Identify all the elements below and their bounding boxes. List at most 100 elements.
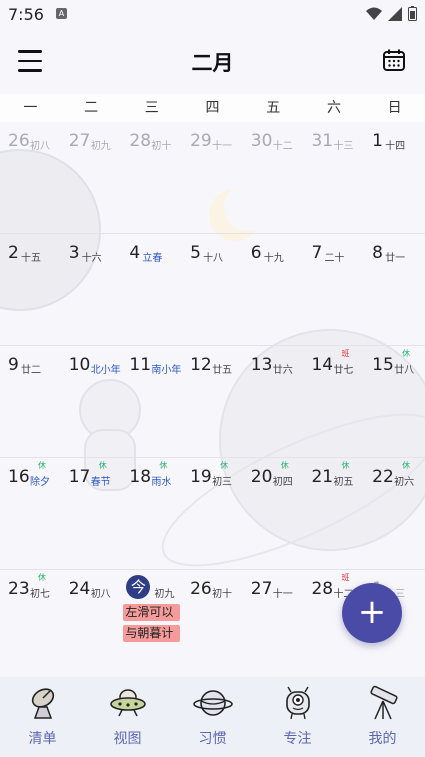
lunar-date: 廿六 (272, 365, 293, 376)
weekday-label: 一 (23, 100, 38, 116)
holiday-tag: 休 (402, 461, 411, 470)
alien-icon (285, 686, 310, 720)
tab-view[interactable]: 视图 (85, 677, 170, 757)
wifi-icon (366, 7, 382, 20)
lunar-date: 初六 (394, 477, 415, 488)
lunar-date: 初三 (212, 477, 233, 488)
tab-habit[interactable]: 习惯 (170, 677, 255, 757)
tab-label: 视图 (113, 731, 142, 747)
calendar-day[interactable]: 4 立春 (121, 234, 182, 345)
holiday-tag: 休 (402, 349, 411, 358)
notification-badge: A (56, 8, 67, 19)
lunar-date: 十二 (272, 141, 293, 152)
day-number: 6 (250, 243, 262, 263)
calendar-day[interactable]: 9 廿二 (0, 346, 61, 457)
holiday-tag: 休 (341, 461, 350, 470)
calendar-day[interactable]: 17 春节 休 (61, 458, 122, 569)
calendar-day[interactable]: 8 廿一 (364, 234, 425, 345)
day-number: 8 (372, 243, 383, 263)
day-number: 5 (190, 243, 201, 263)
day-number: 28 (311, 579, 334, 599)
calendar-day[interactable]: 26 初十 (182, 570, 243, 681)
lunar-date: 南小年 (151, 365, 182, 376)
weekday-label: 六 (326, 100, 341, 116)
calendar-day[interactable]: 10 北小年 (61, 346, 122, 457)
telescope-icon (369, 685, 398, 720)
holiday-tag: 休 (98, 461, 107, 470)
signal-icon (388, 6, 402, 21)
workday-tag: 班 (341, 573, 350, 582)
lunar-date: 初四 (272, 477, 293, 488)
day-number: 3 (68, 243, 80, 263)
calendar-day[interactable]: 1 十四 (364, 122, 425, 233)
calendar-day[interactable]: 12 廿五 (182, 346, 243, 457)
day-number: 12 (190, 355, 212, 375)
planet-icon (192, 690, 233, 716)
calendar-day[interactable]: 20 初四 休 (243, 458, 304, 569)
lunar-date: 二十 (324, 253, 345, 264)
status-time: 7:56 (8, 5, 44, 24)
calendar-day[interactable]: 21 初五 休 (303, 458, 364, 569)
lunar-date: 北小年 (90, 365, 121, 376)
calendar-day[interactable]: 5 十八 (182, 234, 243, 345)
calendar-week-row: 9 廿二 10 北小年 11 南小年 12 廿五 13 廿六 14 廿七班 15 廿八休 (0, 346, 425, 458)
plus-icon: + (357, 592, 387, 632)
calendar-day[interactable]: 27 十一 (243, 570, 304, 681)
lunar-date: 十一 (272, 589, 293, 600)
battery-icon (408, 6, 417, 21)
lunar-date: 初十 (151, 141, 172, 152)
add-task-button[interactable]: + (342, 583, 402, 643)
calendar-day[interactable]: 18 雨水 休 (121, 458, 182, 569)
tab-focus[interactable]: 专注 (255, 677, 340, 757)
calendar-day-today[interactable]: 今初九 左滑可以 与朝暮计 (121, 570, 182, 681)
calendar-day[interactable]: 29 十一 (182, 122, 243, 233)
calendar-day[interactable]: 27 初九 (61, 122, 122, 233)
ufo-icon (109, 689, 146, 717)
status-indicators (366, 6, 417, 21)
lunar-date: 十五 (21, 253, 41, 264)
day-number: 1 (372, 131, 383, 151)
event-chip[interactable]: 左滑可以 (123, 604, 181, 621)
event-chip[interactable]: 与朝暮计 (123, 625, 181, 642)
calendar-day[interactable]: 3 十六 (61, 234, 122, 345)
calendar-day[interactable]: 7 二十 (303, 234, 364, 345)
holiday-tag: 休 (38, 461, 46, 470)
tab-label: 清单 (28, 731, 57, 747)
calendar-day[interactable]: 23 初七 休 (0, 570, 61, 681)
calendar-day[interactable]: 26 初八 (0, 122, 61, 233)
page-title: 二月 (191, 51, 234, 75)
calendar-day[interactable]: 2 十五 (0, 234, 61, 345)
lunar-date: 初八 (30, 141, 50, 152)
calendar-day[interactable]: 19 初三 休 (182, 458, 243, 569)
calendar-day[interactable]: 31 十三 (303, 122, 364, 233)
weekday-label: 四 (205, 100, 220, 116)
weekday-label: 二 (84, 100, 99, 116)
calendar-day[interactable]: 13 廿六 (243, 346, 304, 457)
calendar-day[interactable]: 28 初十 (121, 122, 182, 233)
day-number: 10 (68, 355, 91, 375)
lunar-date: 初七 (30, 589, 50, 600)
calendar-day[interactable]: 30 十二 (243, 122, 304, 233)
lunar-date: 雨水 (151, 477, 172, 488)
tab-profile[interactable]: 我的 (340, 677, 425, 757)
calendar-day[interactable]: 24 初八 (61, 570, 122, 681)
calendar-day[interactable]: 15 廿八 休 (364, 346, 425, 457)
calendar-day[interactable]: 22 初六 休 (364, 458, 425, 569)
lunar-date: 廿七 (333, 365, 354, 376)
calendar-day[interactable]: 14 廿七 班 (303, 346, 364, 457)
calendar-icon[interactable] (381, 47, 407, 73)
bottom-tab-bar: 清单 视图 习惯 专注 我的 (0, 677, 425, 757)
lunar-date: 十一 (212, 141, 233, 152)
lunar-date: 初八 (90, 589, 111, 600)
day-number: 17 (68, 467, 91, 487)
day-number: 15 (372, 355, 394, 375)
tab-list[interactable]: 清单 (0, 677, 85, 757)
calendar-day[interactable]: 11 南小年 (121, 346, 182, 457)
day-number: 29 (190, 131, 212, 151)
calendar-day[interactable]: 16 除夕 休 (0, 458, 61, 569)
calendar-day[interactable]: 6 十九 (243, 234, 304, 345)
calendar-week-row: 16 除夕 休 17 春节 休 18 雨水 休 19 初三 休 20 初四 休 21 初五 休 22 初六 休 (0, 458, 425, 570)
holiday-tag: 休 (220, 461, 229, 470)
calendar-week-row: 2 十五 3 十六 4 立春 5 十八 6 十九 7 二十 8 廿一 (0, 234, 425, 346)
day-number: 21 (311, 467, 334, 487)
